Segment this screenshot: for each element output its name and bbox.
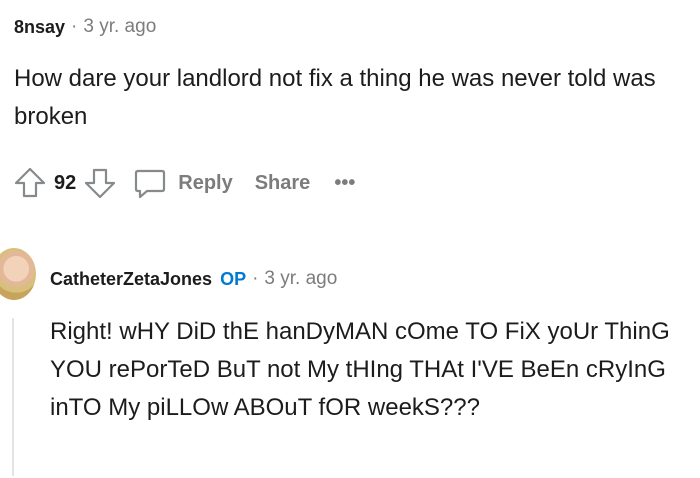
share-button[interactable]: Share (255, 172, 311, 195)
downvote-icon[interactable] (82, 165, 118, 201)
avatar[interactable] (0, 248, 36, 300)
reply-comment-header: CatheterZetaJones OP · 3 yr. ago (50, 264, 337, 294)
reply-comment-body: Right! wHY DiD thE hanDyMAN cOme TO FiX … (50, 318, 670, 421)
comment-header: 8nsay · 3 yr. ago (14, 12, 156, 42)
comment-body: How dare your landlord not fix a thing h… (14, 65, 656, 130)
separator-dot: · (252, 268, 259, 289)
reply-label: Reply (178, 171, 233, 194)
more-icon[interactable]: ••• (334, 172, 355, 195)
comment-author[interactable]: 8nsay (14, 17, 65, 38)
reply-comment-timestamp[interactable]: 3 yr. ago (264, 268, 337, 290)
upvote-icon[interactable] (12, 165, 48, 201)
thread-line[interactable] (12, 318, 14, 476)
reply-comment-author[interactable]: CatheterZetaJones (50, 269, 212, 290)
comment-actions-bar: 92 Reply Share ••• (12, 163, 355, 203)
op-badge: OP (220, 268, 247, 289)
separator-dot: · (71, 16, 78, 37)
comment-timestamp[interactable]: 3 yr. ago (83, 16, 156, 38)
reply-button[interactable]: Reply (132, 165, 233, 201)
vote-score: 92 (54, 171, 77, 194)
comment-bubble-icon (132, 165, 168, 201)
